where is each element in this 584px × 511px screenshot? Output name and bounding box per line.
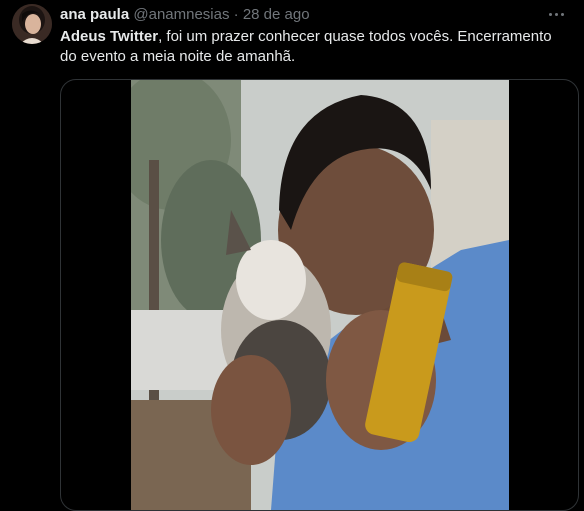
author-handle[interactable]: @anamnesias — [133, 6, 229, 23]
separator-dot: · — [233, 6, 239, 23]
video-frame[interactable] — [131, 80, 509, 510]
tweet: ana paula @anamnesias · 28 de ago Adeus … — [0, 0, 584, 511]
tweet-text: Adeus Twitter, foi um prazer conhecer qu… — [60, 27, 570, 67]
avatar[interactable] — [12, 4, 52, 44]
more-horizontal-icon[interactable] — [544, 4, 568, 24]
video-still — [131, 80, 509, 510]
author-name[interactable]: ana paula — [60, 6, 129, 23]
tweet-text-bold: Adeus Twitter — [60, 28, 159, 45]
tweet-header: ana paula @anamnesias · 28 de ago — [60, 5, 544, 25]
avatar-image — [12, 4, 52, 44]
media-container[interactable] — [60, 79, 579, 511]
tweet-date[interactable]: 28 de ago — [243, 6, 310, 23]
